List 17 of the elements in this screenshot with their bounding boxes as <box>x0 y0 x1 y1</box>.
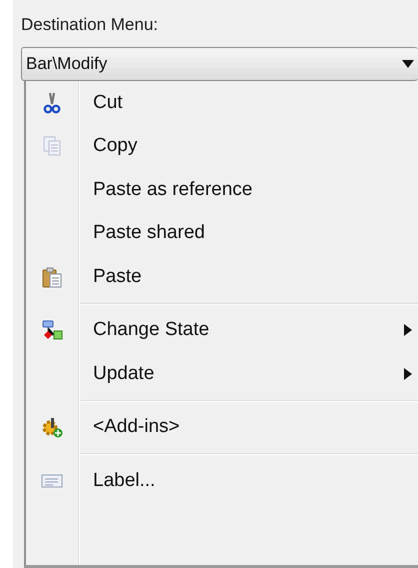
gear-plus-icon <box>41 416 63 438</box>
destination-dropdown[interactable]: Bar\Modify <box>21 47 418 81</box>
copy-icon <box>41 135 63 158</box>
menu-item[interactable]: Paste <box>26 255 418 298</box>
caret-icon <box>402 60 414 68</box>
state-diagram-icon <box>41 319 63 342</box>
menu-item[interactable]: Copy <box>26 124 418 168</box>
menu-item[interactable]: Update <box>26 352 418 396</box>
menu-item[interactable]: <Add-ins> <box>26 406 418 449</box>
menu-item[interactable]: Paste shared <box>26 212 418 255</box>
menu-item[interactable]: Cut <box>26 81 418 124</box>
scissors-icon <box>41 92 63 114</box>
menu-item[interactable]: Paste as reference <box>26 168 418 212</box>
menu-item[interactable]: Label... <box>26 459 418 502</box>
field-label: Destination Menu: <box>21 15 158 35</box>
menu-item[interactable]: Change State <box>26 308 418 352</box>
clipboard-icon <box>41 266 63 288</box>
